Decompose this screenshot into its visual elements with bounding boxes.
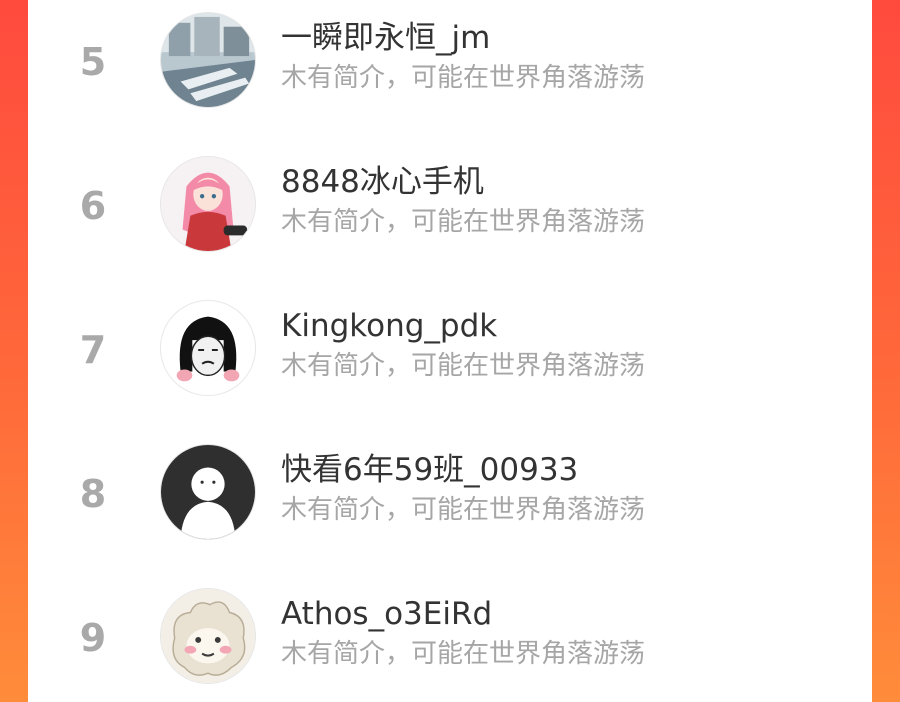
user-avatar[interactable]: [160, 12, 256, 108]
ranking-row[interactable]: 7 Kingkong_pdk 木有简介，可能在世界角落游荡: [28, 292, 872, 412]
street-scene-avatar: [161, 13, 255, 107]
rank-number: 6: [79, 184, 107, 228]
user-name[interactable]: 8848冰心手机: [281, 162, 484, 202]
meme-face-avatar: [161, 301, 255, 395]
fluffy-monster-avatar: [161, 589, 255, 683]
page-background: 5 一瞬即永恒_jm 木有简介，可能在世界角落游荡 6 8848冰心手机 木有简…: [0, 0, 900, 702]
user-bio: 木有简介，可能在世界角落游荡: [281, 207, 646, 237]
user-name[interactable]: Athos_o3EiRd: [281, 594, 492, 634]
ranking-row[interactable]: 6 8848冰心手机 木有简介，可能在世界角落游荡: [28, 148, 872, 268]
user-avatar[interactable]: [160, 588, 256, 684]
ranking-row[interactable]: 9 Athos_o3EiRd 木有简介，可能在世界角落游荡: [28, 580, 872, 700]
rank-number: 9: [79, 616, 107, 660]
user-avatar[interactable]: [160, 444, 256, 540]
user-avatar[interactable]: [160, 300, 256, 396]
rank-number: 7: [79, 328, 107, 372]
user-bio: 木有简介，可能在世界角落游荡: [281, 495, 646, 525]
user-avatar[interactable]: [160, 156, 256, 252]
user-name[interactable]: 快看6年59班_00933: [281, 450, 578, 490]
ranking-row[interactable]: 8 快看6年59班_00933 木有简介，可能在世界角落游荡: [28, 436, 872, 556]
user-name[interactable]: Kingkong_pdk: [281, 306, 497, 346]
ranking-list-card: 5 一瞬即永恒_jm 木有简介，可能在世界角落游荡 6 8848冰心手机 木有简…: [28, 0, 872, 702]
rank-number: 8: [79, 472, 107, 516]
user-bio: 木有简介，可能在世界角落游荡: [281, 63, 646, 93]
user-bio: 木有简介，可能在世界角落游荡: [281, 639, 646, 669]
ranking-row[interactable]: 5 一瞬即永恒_jm 木有简介，可能在世界角落游荡: [28, 4, 872, 124]
default-user-avatar: [161, 445, 255, 539]
user-bio: 木有简介，可能在世界角落游荡: [281, 351, 646, 381]
anime-girl-pink-hair-avatar: [161, 157, 255, 251]
user-name[interactable]: 一瞬即永恒_jm: [281, 18, 490, 58]
rank-number: 5: [79, 40, 107, 84]
